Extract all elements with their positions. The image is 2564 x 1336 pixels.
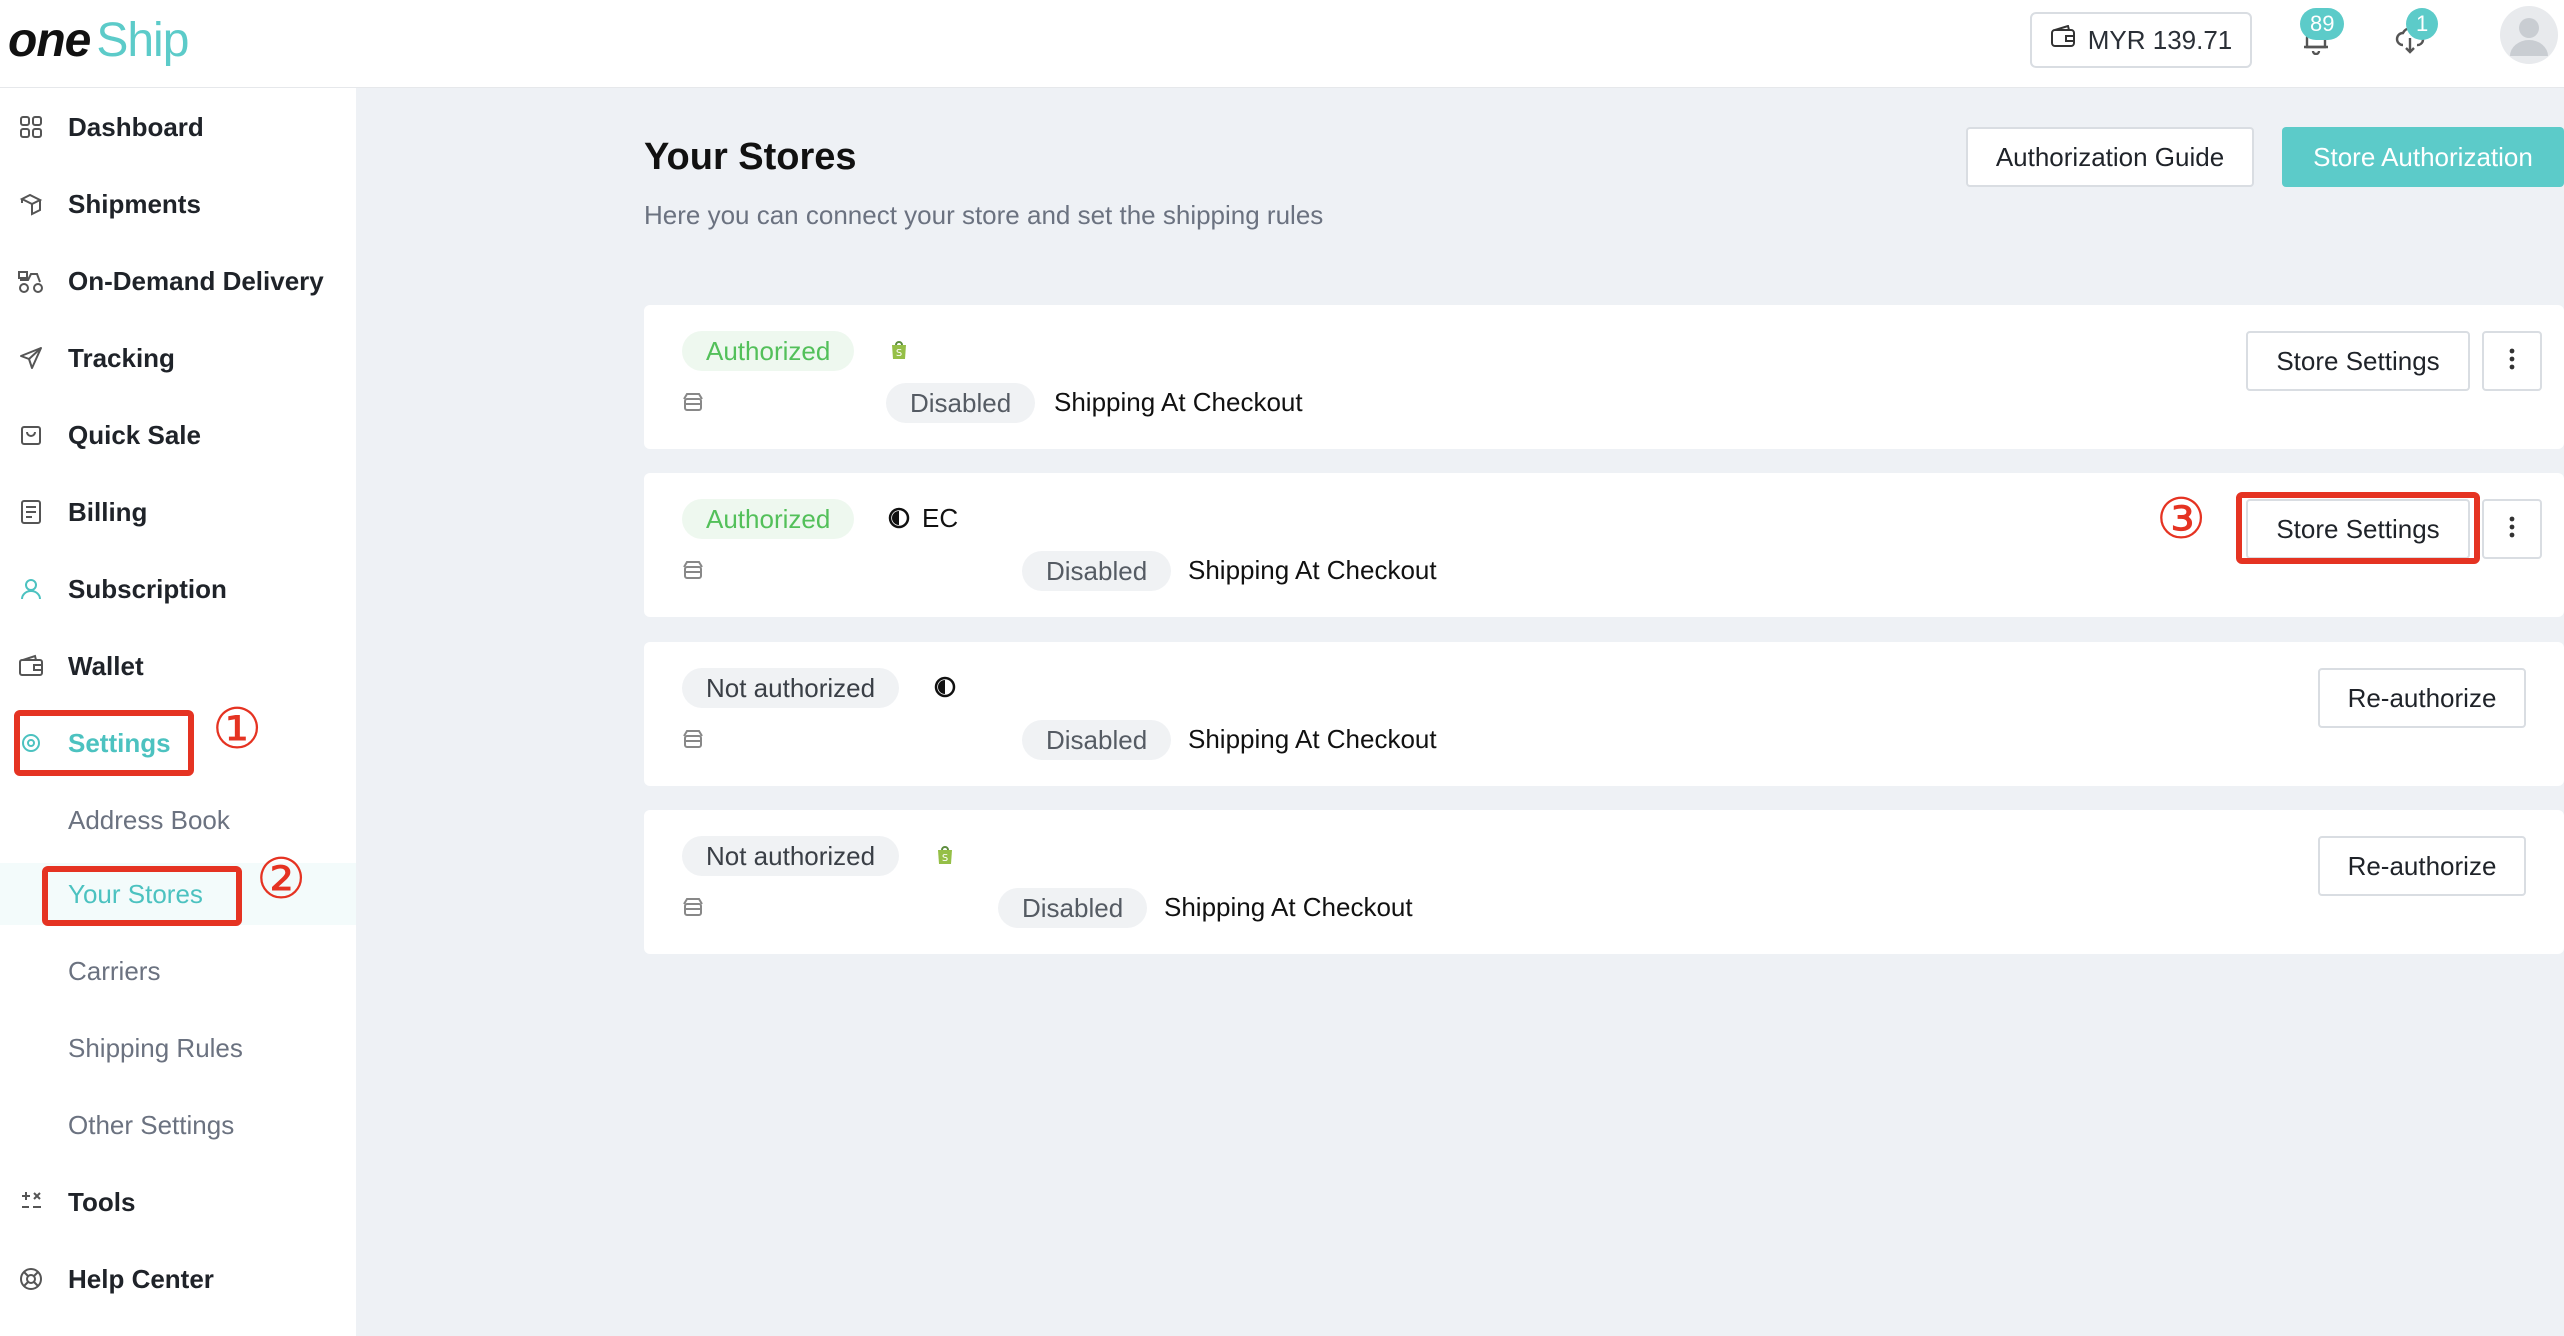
sidebar-item-label: Dashboard — [68, 111, 204, 142]
store-settings-button[interactable]: Store Settings — [2246, 331, 2470, 391]
sidebar-item-label: On-Demand Delivery — [68, 265, 324, 296]
store-card: Not authorized Disabled Shipping At Chec… — [644, 642, 2564, 786]
sidebar-item-billing[interactable]: Billing — [0, 481, 356, 543]
re-authorize-button[interactable]: Re-authorize — [2318, 668, 2526, 728]
logo-one: one — [8, 13, 91, 67]
store-name: EC — [922, 503, 959, 533]
shipping-at-checkout-label: Shipping At Checkout — [1188, 724, 1437, 754]
sidebar-subitem-other-settings[interactable]: Other Settings — [0, 1094, 356, 1156]
sidebar-item-label: Tools — [68, 1186, 136, 1217]
store-icon — [682, 559, 704, 581]
annotation-box-your-stores — [42, 866, 242, 926]
shipping-at-checkout-label: Shipping At Checkout — [1188, 555, 1437, 585]
more-vertical-icon — [2509, 348, 2515, 375]
svg-text:S: S — [942, 853, 948, 864]
sidebar-item-label: Billing — [68, 496, 148, 527]
authorization-guide-button[interactable]: Authorization Guide — [1966, 127, 2254, 187]
annotation-number-1: ① — [212, 697, 263, 762]
download-count-badge: 1 — [2406, 8, 2439, 40]
sidebar-item-label: Quick Sale — [68, 419, 201, 450]
annotation-box-store-settings — [2236, 492, 2480, 564]
shipping-status-badge: Disabled — [1022, 720, 1172, 760]
authorization-status-badge: Authorized — [682, 331, 855, 371]
sidebar-item-on-demand-delivery[interactable]: On-Demand Delivery — [0, 250, 356, 312]
lifebuoy-icon — [16, 1264, 46, 1294]
page-title: Your Stores — [644, 136, 857, 178]
platform-logo-icon — [888, 507, 910, 529]
sidebar-item-label: Subscription — [68, 573, 227, 604]
sidebar-item-label: Other Settings — [68, 1109, 235, 1140]
sidebar-item-tracking[interactable]: Tracking — [0, 327, 356, 389]
shipments-icon — [16, 189, 46, 219]
wallet-icon — [2050, 24, 2076, 56]
notification-count-badge: 89 — [2300, 8, 2345, 40]
shipping-at-checkout-label: Shipping At Checkout — [1054, 387, 1303, 417]
store-authorization-button[interactable]: Store Authorization — [2282, 127, 2564, 187]
user-avatar[interactable] — [2500, 6, 2558, 64]
page-subtitle: Here you can connect your store and set … — [644, 200, 1324, 230]
shipping-at-checkout-label: Shipping At Checkout — [1164, 892, 1413, 922]
annotation-number-2: ② — [256, 847, 307, 912]
shopify-bag-icon: S — [934, 844, 956, 866]
logo-ship: Ship — [96, 13, 189, 67]
platform-logo-icon — [934, 676, 956, 698]
more-options-button[interactable] — [2482, 331, 2542, 391]
document-icon — [16, 497, 46, 527]
authorization-status-badge: Not authorized — [682, 836, 900, 876]
sidebar-item-wallet[interactable]: Wallet — [0, 635, 356, 697]
sidebar-subitem-shipping-rules[interactable]: Shipping Rules — [0, 1017, 356, 1079]
sidebar-item-label: Tracking — [68, 342, 175, 373]
shipping-status-badge: Disabled — [1022, 551, 1172, 591]
shopify-bag-icon: S — [888, 339, 910, 361]
sidebar-item-quick-sale[interactable]: Quick Sale — [0, 404, 356, 466]
sidebar-item-dashboard[interactable]: Dashboard — [0, 96, 356, 158]
shipping-status-badge: Disabled — [886, 383, 1036, 423]
shopping-bag-icon — [16, 420, 46, 450]
sidebar-item-label: Wallet — [68, 650, 144, 681]
sidebar-item-label: Carriers — [68, 955, 161, 986]
sidebar-item-help-center[interactable]: Help Center — [0, 1248, 356, 1310]
sidebar-subitem-carriers[interactable]: Carriers — [0, 940, 356, 1002]
store-card: Authorized S Disabled Shipping At Checko… — [644, 305, 2564, 449]
sidebar-item-shipments[interactable]: Shipments — [0, 173, 356, 235]
more-vertical-icon — [2509, 516, 2515, 543]
svg-text:S: S — [896, 348, 902, 359]
store-icon — [682, 728, 704, 750]
oneship-logo[interactable]: one Ship — [8, 8, 189, 72]
wallet-balance-text: MYR 139.71 — [2087, 24, 2233, 55]
annotation-number-3: ③ — [2156, 487, 2207, 552]
authorization-status-badge: Authorized — [682, 499, 855, 539]
tools-icon — [16, 1187, 46, 1217]
shipping-status-badge: Disabled — [998, 888, 1148, 928]
sidebar-item-label: Help Center — [68, 1263, 214, 1294]
top-header: one Ship MYR 139.71 89 1 — [0, 0, 2564, 88]
wallet-balance-button[interactable]: MYR 139.71 — [2030, 12, 2252, 68]
sidebar-item-subscription[interactable]: Subscription — [0, 558, 356, 620]
sidebar-item-tools[interactable]: Tools — [0, 1171, 356, 1233]
user-icon — [16, 574, 46, 604]
more-options-button[interactable] — [2482, 499, 2542, 559]
dashboard-icon — [16, 112, 46, 142]
store-card: Not authorized S Disabled Shipping At Ch… — [644, 810, 2564, 954]
store-icon — [682, 896, 704, 918]
delivery-icon — [16, 266, 46, 296]
authorization-status-badge: Not authorized — [682, 668, 900, 708]
paper-plane-icon — [16, 343, 46, 373]
sidebar-subitem-address-book[interactable]: Address Book — [0, 789, 356, 851]
wallet-icon — [16, 651, 46, 681]
annotation-box-settings — [14, 710, 194, 776]
sidebar-item-label: Shipping Rules — [68, 1032, 243, 1063]
re-authorize-button[interactable]: Re-authorize — [2318, 836, 2526, 896]
store-icon — [682, 391, 704, 413]
sidebar-item-label: Address Book — [68, 804, 230, 835]
sidebar-item-label: Shipments — [68, 188, 201, 219]
